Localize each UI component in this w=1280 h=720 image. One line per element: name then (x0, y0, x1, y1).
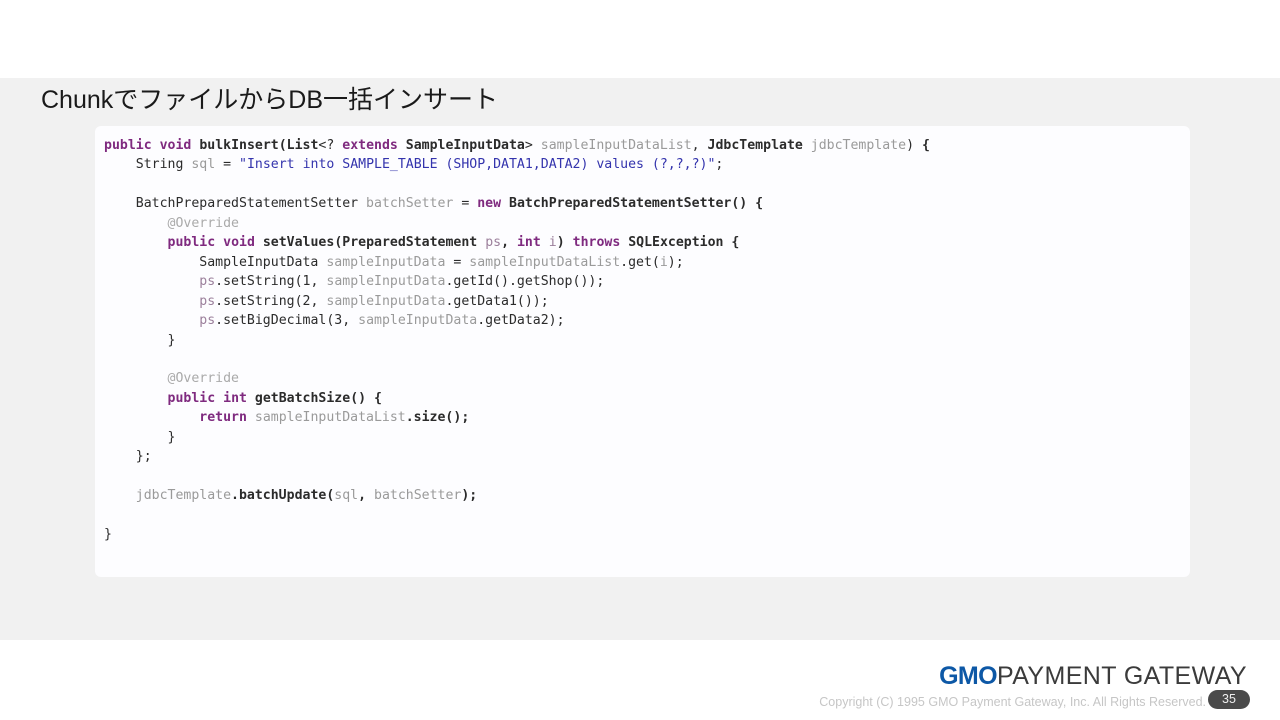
logo-gmo-text: GMO (939, 662, 998, 690)
page-number-badge: 35 (1208, 690, 1250, 709)
logo-payment-gateway-text: PAYMENT GATEWAY (996, 662, 1247, 690)
code-content: public void bulkInsert(List<? extends Sa… (104, 138, 930, 543)
slide: ChunkでファイルからDB一括インサート public void bulkIn… (0, 0, 1280, 720)
gmo-payment-gateway-logo: GMOPAYMENT GATEWAY (939, 662, 1247, 690)
code-block: public void bulkInsert(List<? extends Sa… (104, 136, 930, 545)
page-title: ChunkでファイルからDB一括インサート (41, 86, 498, 114)
slide-footer: GMOPAYMENT GATEWAY Copyright (C) 1995 GM… (0, 640, 1280, 720)
copyright-text: Copyright (C) 1995 GMO Payment Gateway, … (819, 695, 1206, 709)
code-card: public void bulkInsert(List<? extends Sa… (95, 126, 1190, 577)
